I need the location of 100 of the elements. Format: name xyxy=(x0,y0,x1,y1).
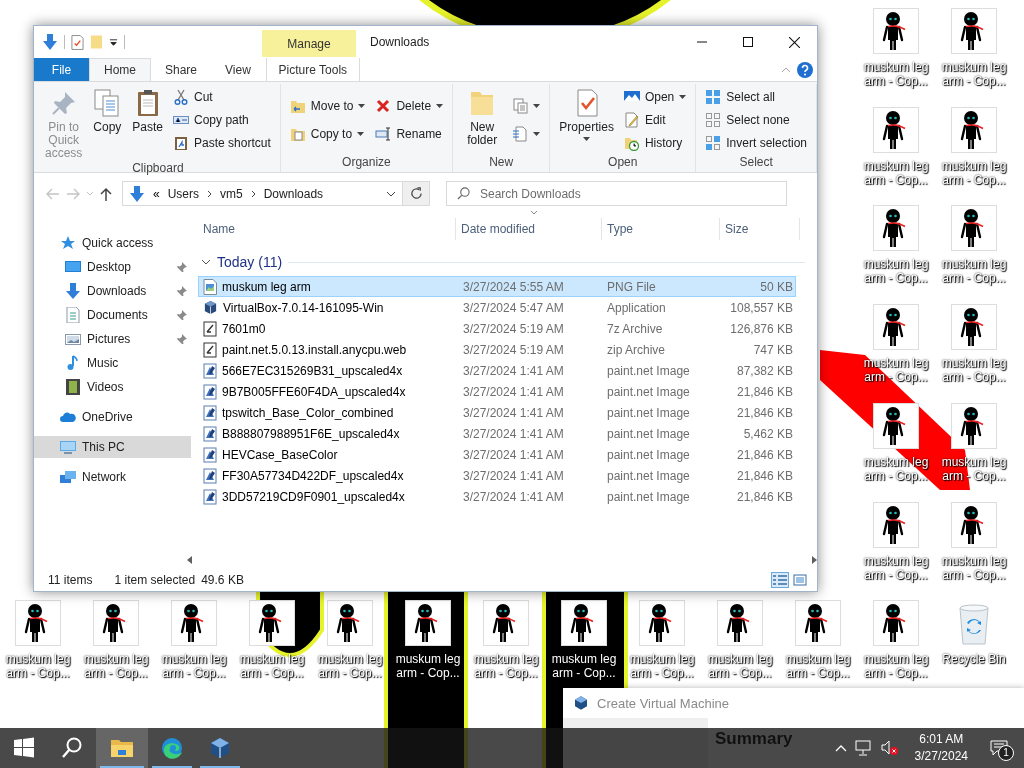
ribbon-button[interactable]: Paste shortcut xyxy=(170,133,274,152)
ribbon-button[interactable]: Rename xyxy=(372,125,447,144)
ribbon-button[interactable]: New folder xyxy=(459,84,506,147)
ribbon-button[interactable]: Copy xyxy=(89,84,126,134)
ribbon-button[interactable]: History xyxy=(620,133,690,152)
ribbon-button[interactable]: Edit xyxy=(620,111,690,129)
file-row[interactable]: HEVCase_BaseColor 3/27/2024 1:41 AM paint.net Image 21,846 KB xyxy=(198,444,796,465)
desktop-icon[interactable]: muskum leg arm - Cop... xyxy=(858,600,934,680)
address-bar[interactable]: « Users vm5 Downloads xyxy=(122,181,403,206)
group-label: New xyxy=(488,154,515,171)
breadcrumb[interactable]: vm5 xyxy=(220,186,243,201)
nav-item[interactable]: Quick access xyxy=(34,232,191,254)
nav-item[interactable]: OneDrive xyxy=(34,406,191,428)
ribbon-button[interactable]: Delete xyxy=(372,96,447,115)
desktop-icon[interactable]: muskum leg arm - Cop... xyxy=(858,205,934,285)
type-cell-text: paint.net Image xyxy=(606,447,691,462)
nav-item[interactable]: Downloads xyxy=(34,280,191,302)
ribbon-button[interactable]: Open xyxy=(620,88,690,107)
desktop-icon[interactable]: muskum leg arm - Cop... xyxy=(312,600,388,680)
file-name: 9B7B005FFE60F4DA_upscaled4x xyxy=(222,384,406,399)
column-header[interactable]: Date modified xyxy=(456,218,602,240)
clock[interactable]: 6:01 AM 3/27/2024 xyxy=(914,731,968,765)
context-tab[interactable]: Manage xyxy=(262,30,356,57)
breadcrumb[interactable]: Users xyxy=(167,186,200,201)
desktop-icon[interactable]: muskum leg arm - Cop... xyxy=(468,600,544,680)
desktop-icon[interactable]: muskum leg arm - Cop... xyxy=(156,600,232,680)
type-cell-text: 7z Archive xyxy=(606,321,664,336)
size-cell-text: 747 KB xyxy=(752,342,793,357)
desktop-icon[interactable]: muskum leg arm - Cop... xyxy=(702,600,778,680)
desktop-icon[interactable]: muskum leg arm - Cop... xyxy=(234,600,310,680)
window-title: Create Virtual Machine xyxy=(597,695,729,711)
nav-item[interactable]: Network xyxy=(34,466,191,488)
selection-count: 1 item selected xyxy=(114,573,196,587)
date-cell-text: 3/27/2024 5:47 AM xyxy=(462,300,565,315)
desktop-icon[interactable]: muskum leg arm - Cop... xyxy=(858,107,934,187)
size-cell-text: 21,846 KB xyxy=(735,384,793,399)
ribbon-tab[interactable]: File xyxy=(34,58,89,81)
desktop-icon[interactable]: muskum leg arm - Cop... xyxy=(936,205,1012,285)
file-name: 566E7EC315269B31_upscaled4x xyxy=(222,363,403,378)
size-cell-text: 108,557 KB xyxy=(729,300,793,315)
file-name: HEVCase_BaseColor xyxy=(222,447,338,462)
file-row[interactable]: tpswitch_Base_Color_combined 3/27/2024 1:41 AM paint.net Image 21,846 KB xyxy=(198,402,796,423)
file-row[interactable]: VirtualBox-7.0.14-161095-Win 3/27/2024 5:47 AM Application 108,557 KB xyxy=(198,297,796,318)
desktop-icon[interactable]: muskum leg arm - Cop... xyxy=(936,502,1012,582)
ribbon-tab[interactable]: Home xyxy=(89,58,151,81)
file-row[interactable]: 3DD57219CD9F0901_upscaled4x 3/27/2024 1:41 AM paint.net Image 21,846 KB xyxy=(198,486,796,507)
column-header[interactable]: Size xyxy=(720,218,800,240)
type-cell-text: paint.net Image xyxy=(606,405,691,420)
overflow-marker[interactable]: « xyxy=(153,186,160,201)
nav-item[interactable]: Music xyxy=(34,352,191,374)
item-count: 11 items xyxy=(48,573,93,587)
selection-size: 49.6 KB xyxy=(201,573,244,587)
ribbon-button[interactable]: Select all xyxy=(702,88,810,107)
desktop-icon[interactable]: muskum leg arm - Cop... xyxy=(390,600,466,680)
file-row[interactable]: paint.net.5.0.13.install.anycpu.web 3/27/2024 5:19 AM zip Archive 747 KB xyxy=(198,339,796,360)
ribbon-tab[interactable]: View xyxy=(211,58,265,81)
file-row[interactable]: B888807988951F6E_upscaled4x 3/27/2024 1:41 AM paint.net Image 5,462 KB xyxy=(198,423,796,444)
file-name: 7601m0 xyxy=(222,321,266,336)
nav-item[interactable]: Pictures xyxy=(34,328,191,350)
desktop-icon[interactable]: muskum leg arm - Cop... xyxy=(780,600,856,680)
size-cell-text: 5,462 KB xyxy=(742,426,793,441)
desktop-icon[interactable]: muskum leg arm - Cop... xyxy=(936,304,1012,384)
ribbon-button[interactable]: Select none xyxy=(702,111,810,129)
ribbon-tab[interactable]: Share xyxy=(151,58,212,81)
nav-item[interactable]: This PC xyxy=(34,436,191,458)
nav-item[interactable]: Videos xyxy=(34,376,191,398)
desktop-icon[interactable]: muskum leg arm - Cop... xyxy=(858,403,934,483)
type-cell-text: paint.net Image xyxy=(606,489,691,504)
desktop-icon[interactable]: Recycle Bin xyxy=(936,600,1012,666)
notification-button[interactable]: 1 xyxy=(984,733,1014,763)
desktop-icon[interactable]: muskum leg arm - Cop... xyxy=(858,8,934,88)
nav-item[interactable]: Documents xyxy=(34,304,191,326)
nav-item[interactable]: Desktop xyxy=(34,256,191,278)
ribbon-button[interactable]: Move to xyxy=(286,96,369,115)
desktop-icon[interactable]: muskum leg arm - Cop... xyxy=(936,8,1012,88)
search-field[interactable]: Search Downloads xyxy=(446,181,787,206)
breadcrumb[interactable]: Downloads xyxy=(263,186,324,201)
desktop-icon[interactable]: muskum leg arm - Cop... xyxy=(78,600,154,680)
group-label: Clipboard xyxy=(131,160,185,176)
desktop-icon[interactable]: muskum leg arm - Cop... xyxy=(858,502,934,582)
ribbon-button[interactable]: Paste xyxy=(129,84,167,134)
ribbon-button[interactable]: Copy path xyxy=(170,111,274,129)
column-header[interactable]: Name xyxy=(198,218,456,240)
ribbon-button[interactable]: Cut xyxy=(170,88,274,107)
file-row[interactable]: muskum leg arm 3/27/2024 5:55 AM PNG File 50 KB xyxy=(198,276,796,297)
size-cell-text: 21,846 KB xyxy=(735,468,793,483)
ribbon-button[interactable]: Properties xyxy=(556,84,617,141)
desktop-icon[interactable]: muskum leg arm - Cop... xyxy=(936,107,1012,187)
ribbon-button[interactable]: Copy to xyxy=(286,125,369,144)
column-header[interactable]: Type xyxy=(602,218,720,240)
date-cell-text: 3/27/2024 5:19 AM xyxy=(462,321,565,336)
file-row[interactable]: 566E7EC315269B31_upscaled4x 3/27/2024 1:41 AM paint.net Image 87,382 KB xyxy=(198,360,796,381)
file-row[interactable]: 7601m0 3/27/2024 5:19 AM 7z Archive 126,876 KB xyxy=(198,318,796,339)
file-row[interactable]: 9B7B005FFE60F4DA_upscaled4x 3/27/2024 1:41 AM paint.net Image 21,846 KB xyxy=(198,381,796,402)
desktop-icon[interactable]: muskum leg arm - Cop... xyxy=(546,600,622,680)
file-name: FF30A57734D422DF_upscaled4x xyxy=(222,468,404,483)
desktop-icon[interactable]: muskum leg arm - Cop... xyxy=(624,600,700,680)
file-row[interactable]: FF30A57734D422DF_upscaled4x 3/27/2024 1:41 AM paint.net Image 21,846 KB xyxy=(198,465,796,486)
desktop-icon[interactable]: muskum leg arm - Cop... xyxy=(0,600,76,680)
ribbon-button[interactable]: Invert selection xyxy=(702,133,810,152)
